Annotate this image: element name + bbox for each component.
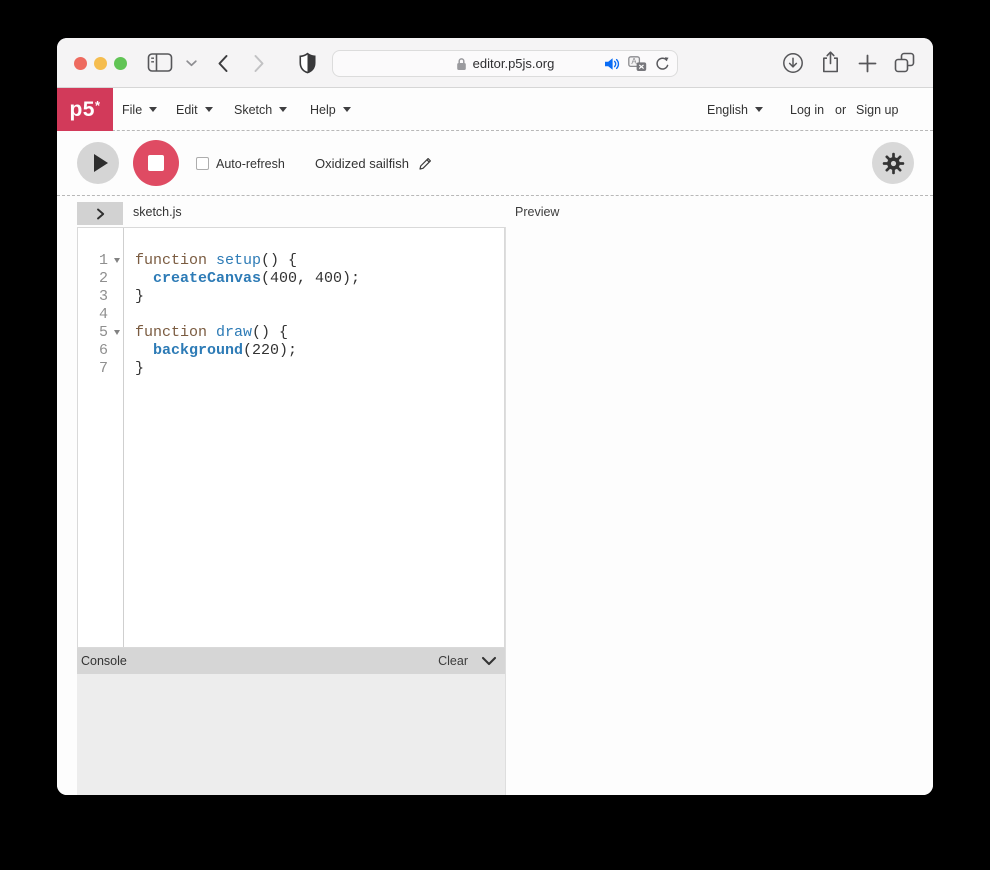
code-line[interactable]: }	[135, 360, 504, 378]
sidebar-toggle-icon[interactable]	[147, 52, 173, 73]
main-area: sketch.js Preview 1234567 function setup…	[57, 196, 933, 795]
caret-down-icon	[755, 107, 763, 112]
console-collapse-icon[interactable]	[481, 656, 497, 666]
language-selector[interactable]: English	[707, 88, 763, 131]
chevron-down-icon[interactable]	[186, 60, 197, 67]
sidebar-expand-button[interactable]	[77, 202, 123, 225]
auto-refresh-checkbox[interactable]	[196, 157, 209, 170]
line-number: 4	[78, 306, 123, 324]
code-line[interactable]: createCanvas(400, 400);	[135, 270, 504, 288]
line-number: 7	[78, 360, 123, 378]
back-button-icon[interactable]	[217, 54, 229, 73]
code-line[interactable]	[135, 306, 504, 324]
line-number: 1	[78, 252, 123, 270]
code-line[interactable]: function draw() {	[135, 324, 504, 342]
line-number: 2	[78, 270, 123, 288]
chevron-right-icon	[95, 207, 106, 221]
forward-button-icon[interactable]	[253, 54, 265, 73]
p5-menubar: p5* File Edit Sketch Help English	[57, 88, 933, 131]
code-line[interactable]: }	[135, 288, 504, 306]
caret-down-icon	[149, 107, 157, 112]
shield-icon[interactable]	[299, 52, 316, 74]
menu-sketch[interactable]: Sketch	[234, 88, 287, 131]
play-button[interactable]	[77, 142, 119, 184]
edit-pencil-icon[interactable]	[418, 156, 433, 171]
menu-file[interactable]: File	[122, 88, 157, 131]
downloads-icon[interactable]	[782, 52, 804, 74]
code-lines[interactable]: function setup() { createCanvas(400, 400…	[125, 228, 504, 647]
auto-refresh-control: Auto-refresh	[196, 131, 285, 196]
share-icon[interactable]	[820, 50, 841, 75]
tab-overview-icon[interactable]	[894, 52, 915, 73]
reload-icon[interactable]	[655, 56, 670, 72]
tab-sketch-js[interactable]: sketch.js	[133, 196, 182, 227]
signup-link[interactable]: Sign up	[856, 88, 898, 131]
code-line[interactable]: function setup() {	[135, 252, 504, 270]
line-number: 5	[78, 324, 123, 342]
stop-icon	[148, 155, 164, 171]
fold-arrow-icon[interactable]	[114, 330, 120, 335]
code-line[interactable]: background(220);	[135, 342, 504, 360]
console-title: Console	[81, 654, 127, 668]
line-number: 3	[78, 288, 123, 306]
line-number: 6	[78, 342, 123, 360]
login-link[interactable]: Log in	[790, 88, 824, 131]
console-clear-button[interactable]: Clear	[438, 654, 468, 668]
console-header: Console Clear	[77, 648, 505, 674]
caret-down-icon	[279, 107, 287, 112]
sketch-name: Oxidized sailfish	[315, 131, 433, 196]
p5-logo[interactable]: p5*	[57, 88, 113, 131]
traffic-lights	[74, 57, 127, 70]
sketch-toolbar: Auto-refresh Oxidized sailfish	[57, 131, 933, 196]
console-output	[77, 674, 505, 795]
gear-icon	[882, 152, 905, 175]
url-text: editor.p5js.org	[473, 56, 555, 71]
desktop-background: editor.p5js.org A	[0, 0, 990, 870]
or-text: or	[835, 88, 846, 131]
zoom-window-button[interactable]	[114, 57, 127, 70]
auto-refresh-label: Auto-refresh	[216, 157, 285, 171]
preview-title: Preview	[515, 196, 559, 227]
new-tab-icon[interactable]	[858, 54, 877, 73]
editor-gutter: 1234567	[78, 228, 124, 647]
translate-icon[interactable]: A	[628, 56, 647, 72]
menu-edit[interactable]: Edit	[176, 88, 213, 131]
menu-help[interactable]: Help	[310, 88, 351, 131]
sketch-name-text: Oxidized sailfish	[315, 156, 409, 171]
browser-window: editor.p5js.org A	[57, 38, 933, 795]
minimize-window-button[interactable]	[94, 57, 107, 70]
caret-down-icon	[343, 107, 351, 112]
play-icon	[94, 154, 108, 172]
close-window-button[interactable]	[74, 57, 87, 70]
fold-arrow-icon[interactable]	[114, 258, 120, 263]
browser-chrome: editor.p5js.org A	[57, 38, 933, 88]
settings-button[interactable]	[872, 142, 914, 184]
svg-text:A: A	[631, 57, 637, 66]
lock-icon	[456, 57, 467, 71]
caret-down-icon	[205, 107, 213, 112]
stop-button[interactable]	[133, 140, 179, 186]
audio-speaker-icon[interactable]	[604, 57, 620, 71]
panel-divider[interactable]	[505, 227, 506, 795]
code-editor[interactable]: 1234567 function setup() { createCanvas(…	[77, 227, 505, 648]
address-bar[interactable]: editor.p5js.org A	[332, 50, 678, 77]
